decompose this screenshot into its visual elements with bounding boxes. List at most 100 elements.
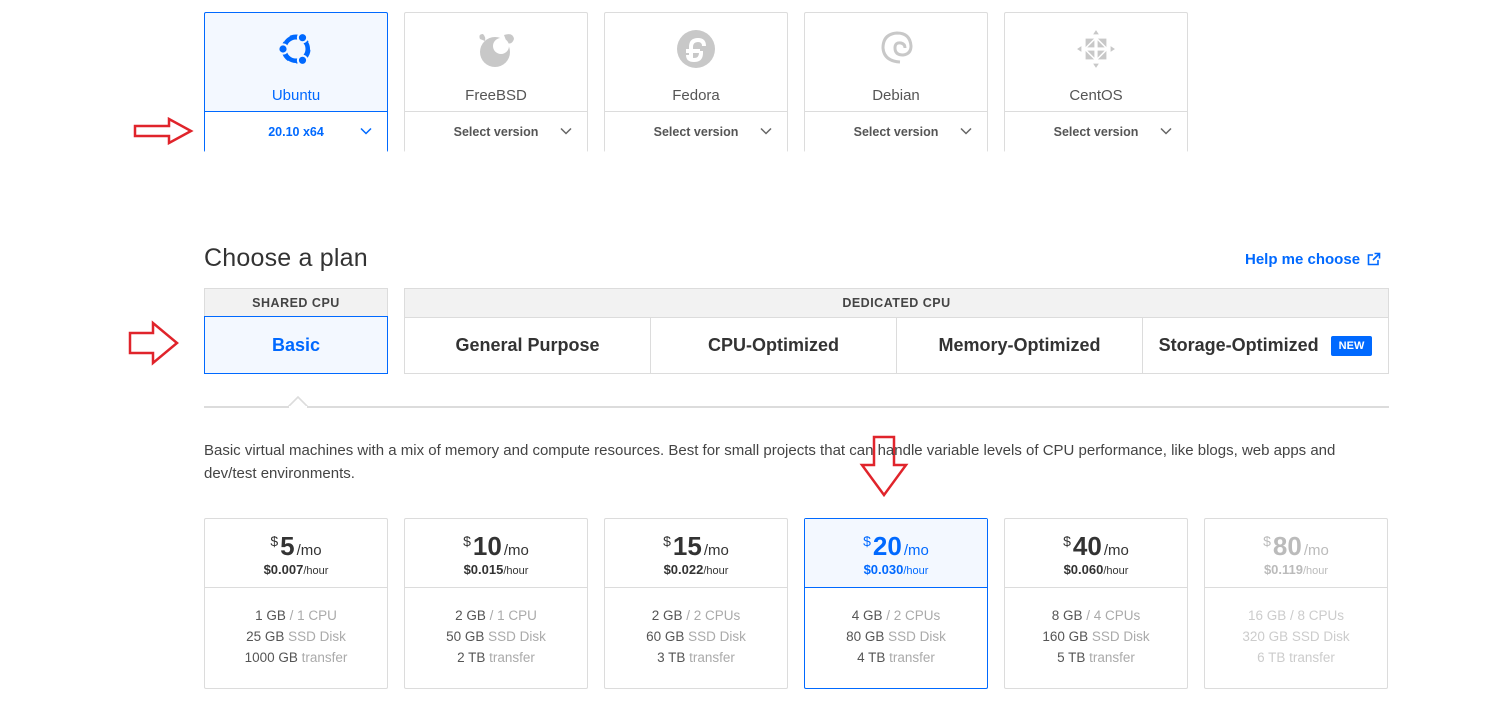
tab-storage-optimized[interactable]: Storage-Optimized NEW (1143, 318, 1388, 373)
distro-name: FreeBSD (465, 87, 527, 104)
disk-unit: SSD Disk (888, 629, 946, 644)
distro-name: CentOS (1069, 87, 1123, 104)
debian-logo-icon (881, 31, 913, 64)
currency-symbol: $ (1063, 533, 1071, 549)
disk-value: 160 GB (1042, 629, 1089, 644)
cpu-value: / 1 CPU (289, 608, 337, 623)
hourly-amount: $0.007 (263, 562, 304, 577)
spec-transfer: 1000 GB transfer (245, 647, 348, 668)
spec-transfer: 2 TB transfer (457, 647, 535, 668)
cpu-value: / 8 CPUs (1290, 608, 1345, 623)
price-period: /mo (703, 542, 729, 559)
hourly-price: $0.030/hour (864, 562, 929, 577)
hourly-amount: $0.030 (863, 562, 904, 577)
distro-card-fedora[interactable]: Fedora Select version (604, 12, 788, 152)
transfer-value: 2 TB (457, 650, 486, 665)
price-card-80: $ 80 /mo $0.119/hour 16 GB / 8 CPUs 320 … (1204, 518, 1388, 689)
memory-value: 8 GB (1051, 608, 1083, 623)
ubuntu-logo-icon (277, 32, 313, 66)
spec-memory: 16 GB / 8 CPUs (1248, 605, 1344, 626)
tab-memory-optimized[interactable]: Memory-Optimized (897, 318, 1143, 373)
transfer-value: 4 TB (857, 650, 886, 665)
monthly-price: $ 80 /mo (1263, 531, 1329, 562)
help-me-choose-link[interactable]: Help me choose (1245, 251, 1381, 268)
price-card-5[interactable]: $ 5 /mo $0.007/hour 1 GB / 1 CPU 25 GB S… (204, 518, 388, 689)
distro-card-top: Ubuntu (205, 13, 387, 112)
fedora-logo-icon (677, 30, 715, 68)
transfer-value: 6 TB (1257, 650, 1286, 665)
memory-value: 4 GB (851, 608, 883, 623)
hourly-unit: /hour (503, 565, 529, 577)
version-label: 20.10 x64 (268, 125, 324, 139)
plan-specs: 1 GB / 1 CPU 25 GB SSD Disk 1000 GB tran… (205, 588, 387, 668)
price-header: $ 5 /mo $0.007/hour (205, 519, 387, 588)
version-label: Select version (853, 125, 939, 139)
tab-basic[interactable]: Basic (204, 316, 388, 374)
price-amount: 15 (672, 531, 702, 561)
hourly-unit: /hour (1103, 565, 1129, 577)
section-title: Choose a plan (204, 244, 368, 272)
distro-card-ubuntu[interactable]: Ubuntu 20.10 x64 (204, 12, 388, 152)
spec-transfer: 3 TB transfer (657, 647, 735, 668)
disk-unit: SSD Disk (288, 629, 346, 644)
tab-cpu-optimized[interactable]: CPU-Optimized (651, 318, 897, 373)
distro-card-top: CentOS (1005, 13, 1187, 112)
tab-general-purpose[interactable]: General Purpose (405, 318, 651, 373)
monthly-price: $ 15 /mo (663, 531, 729, 562)
version-select[interactable]: Select version (805, 112, 987, 152)
spec-memory: 2 GB / 2 CPUs (652, 605, 741, 626)
hourly-price: $0.015/hour (464, 562, 529, 577)
distro-name: Fedora (672, 87, 720, 104)
price-card-40[interactable]: $ 40 /mo $0.060/hour 8 GB / 4 CPUs 160 G… (1004, 518, 1188, 689)
tab-label: Storage-Optimized (1158, 335, 1319, 355)
dedicated-cpu-header: DEDICATED CPU (404, 288, 1389, 317)
spec-memory: 2 GB / 1 CPU (455, 605, 537, 626)
price-card-20[interactable]: $ 20 /mo $0.030/hour 4 GB / 2 CPUs 80 GB… (804, 518, 988, 689)
price-period: /mo (1103, 542, 1129, 559)
transfer-value: 3 TB (657, 650, 686, 665)
freebsd-logo-icon (479, 34, 514, 67)
price-card-15[interactable]: $ 15 /mo $0.022/hour 2 GB / 2 CPUs 60 GB… (604, 518, 788, 689)
version-select[interactable]: Select version (605, 112, 787, 152)
hourly-unit: /hour (303, 565, 329, 577)
dedicated-cpu-tabs: General Purpose CPU-Optimized Memory-Opt… (404, 317, 1389, 374)
distro-card-top: Debian (805, 13, 987, 112)
price-period: /mo (1303, 542, 1329, 559)
monthly-price: $ 10 /mo (463, 531, 529, 562)
hourly-price: $0.022/hour (664, 562, 729, 577)
hourly-unit: /hour (1302, 565, 1329, 577)
memory-value: 1 GB (255, 608, 286, 623)
distro-card-freebsd[interactable]: FreeBSD Select version (404, 12, 588, 152)
hourly-amount: $0.022 (663, 562, 704, 577)
version-label: Select version (1053, 125, 1139, 139)
spec-memory: 1 GB / 1 CPU (255, 605, 337, 626)
version-select[interactable]: Select version (1005, 112, 1187, 152)
selected-tab-notch (288, 396, 308, 408)
disk-unit: SSD Disk (488, 629, 546, 644)
price-amount: 20 (872, 531, 902, 561)
distro-card-debian[interactable]: Debian Select version (804, 12, 988, 152)
annotation-arrow-right-icon (133, 117, 194, 145)
disk-value: 320 GB (1242, 629, 1289, 644)
price-card-10[interactable]: $ 10 /mo $0.015/hour 2 GB / 1 CPU 50 GB … (404, 518, 588, 689)
centos-logo-icon (1074, 27, 1118, 71)
hourly-unit: /hour (703, 565, 729, 577)
chevron-down-icon (1160, 127, 1172, 135)
distro-card-centos[interactable]: CentOS Select version (1004, 12, 1188, 152)
spec-transfer: 5 TB transfer (1057, 647, 1135, 668)
version-select[interactable]: Select version (405, 112, 587, 152)
plan-specs: 8 GB / 4 CPUs 160 GB SSD Disk 5 TB trans… (1005, 588, 1187, 668)
price-header: $ 80 /mo $0.119/hour (1205, 519, 1387, 588)
transfer-unit: transfer (889, 650, 935, 665)
cpu-value: / 1 CPU (489, 608, 537, 623)
price-period: /mo (903, 542, 929, 559)
monthly-price: $ 40 /mo (1063, 531, 1129, 562)
spec-disk: 320 GB SSD Disk (1242, 626, 1349, 647)
plan-specs: 2 GB / 1 CPU 50 GB SSD Disk 2 TB transfe… (405, 588, 587, 668)
price-amount: 10 (472, 531, 502, 561)
tab-label: CPU-Optimized (707, 335, 839, 355)
currency-symbol: $ (463, 533, 471, 549)
disk-value: 50 GB (446, 629, 485, 644)
hourly-amount: $0.015 (463, 562, 504, 577)
version-select[interactable]: 20.10 x64 (205, 112, 387, 152)
